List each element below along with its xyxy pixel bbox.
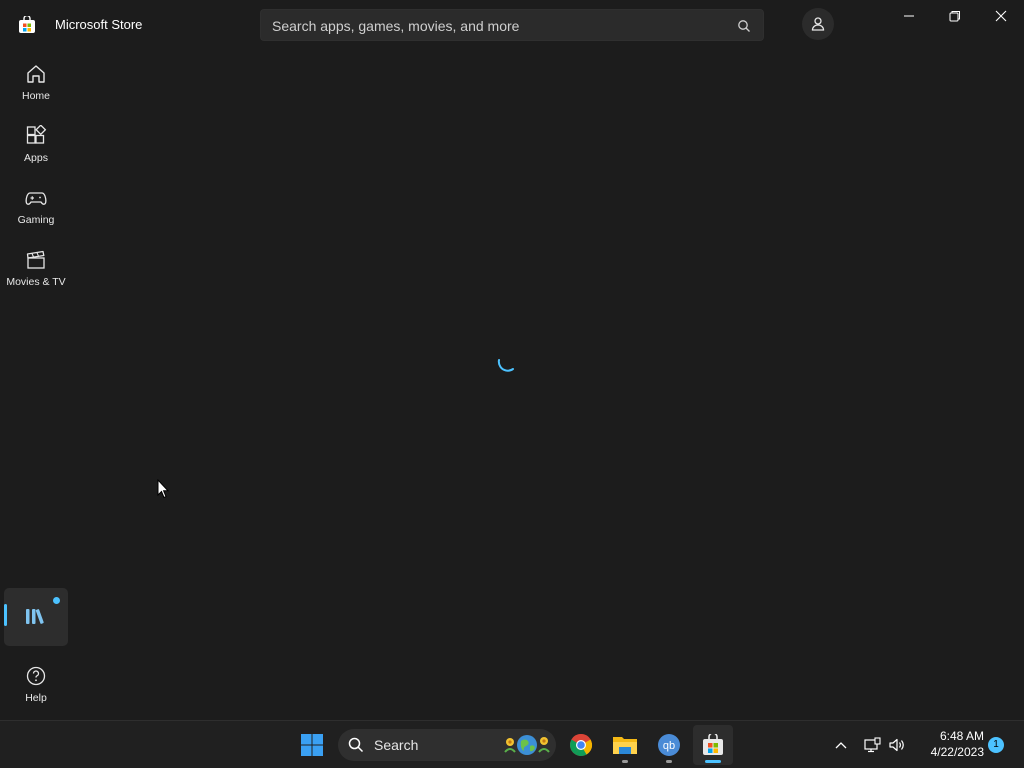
home-icon [27, 65, 45, 83]
nav-item-apps[interactable]: Apps [4, 116, 68, 174]
nav-item-movies-tv[interactable]: Movies & TV [4, 240, 68, 298]
svg-text:qb: qb [663, 740, 675, 752]
network-icon [864, 737, 881, 753]
apps-icon [26, 125, 47, 144]
person-icon [811, 17, 825, 31]
nav-item-home[interactable]: Home [4, 54, 68, 112]
nav-item-help[interactable]: Help [4, 656, 68, 714]
show-hidden-icons-button[interactable] [832, 733, 850, 757]
chrome-icon [570, 734, 593, 756]
nav-label-home: Home [21, 90, 50, 102]
minimize-icon [904, 15, 914, 17]
clock-date: 4/22/2023 [930, 745, 984, 759]
selected-indicator [4, 604, 7, 626]
running-indicator [622, 760, 628, 763]
minimize-button[interactable] [886, 0, 932, 32]
nav-item-gaming[interactable]: Gaming [4, 178, 68, 236]
title-bar: Microsoft Store Search apps, games, movi… [0, 0, 1024, 48]
network-button[interactable] [862, 733, 882, 757]
search-icon [348, 737, 364, 753]
microsoft-store-icon [703, 734, 723, 755]
nav-label-gaming: Gaming [17, 214, 55, 226]
update-badge [53, 597, 60, 604]
taskbar: Search qb 6:48 AM 4/22/2023 1 [0, 720, 1024, 768]
search-highlight-earth-day-icon [504, 735, 550, 755]
search-input[interactable]: Search apps, games, movies, and more [260, 9, 764, 41]
app-title: Microsoft Store [55, 17, 143, 32]
start-icon [301, 734, 323, 756]
taskbar-qbittorrent[interactable]: qb [649, 725, 689, 765]
notification-badge[interactable]: 1 [988, 737, 1004, 753]
close-button[interactable] [978, 0, 1024, 32]
nav-label-apps: Apps [24, 152, 48, 164]
search-placeholder: Search apps, games, movies, and more [272, 18, 520, 34]
taskbar-microsoft-store[interactable] [693, 725, 733, 765]
active-indicator [705, 760, 721, 763]
running-indicator [666, 760, 672, 763]
taskbar-file-explorer[interactable] [605, 725, 645, 765]
search-icon[interactable] [737, 19, 751, 33]
taskbar-chrome[interactable] [561, 725, 601, 765]
taskbar-search[interactable]: Search [338, 729, 556, 761]
gamepad-icon [25, 192, 47, 205]
speaker-icon [889, 738, 904, 752]
qbittorrent-icon: qb [658, 734, 680, 756]
nav-label-movies-tv: Movies & TV [6, 276, 66, 288]
navigation-rail: Home Apps Gaming Movies & TV Help [0, 48, 72, 720]
close-icon [995, 10, 1007, 22]
library-button[interactable] [4, 588, 68, 646]
microsoft-store-logo-icon [19, 16, 35, 33]
clock[interactable]: 6:48 AM 4/22/2023 [914, 728, 984, 760]
volume-button[interactable] [886, 733, 908, 757]
restore-button[interactable] [932, 0, 978, 32]
account-button[interactable] [802, 8, 834, 40]
restore-icon [949, 11, 960, 22]
file-explorer-icon [613, 737, 637, 754]
clapperboard-icon [26, 250, 45, 269]
loading-spinner-icon [497, 359, 514, 372]
mouse-cursor-icon [157, 479, 169, 499]
chevron-up-icon [835, 742, 847, 749]
clock-time: 6:48 AM [939, 729, 984, 743]
library-icon [26, 609, 44, 624]
start-button[interactable] [292, 725, 332, 765]
taskbar-search-label: Search [374, 737, 419, 753]
help-icon [26, 666, 46, 686]
nav-label-help: Help [25, 692, 47, 704]
